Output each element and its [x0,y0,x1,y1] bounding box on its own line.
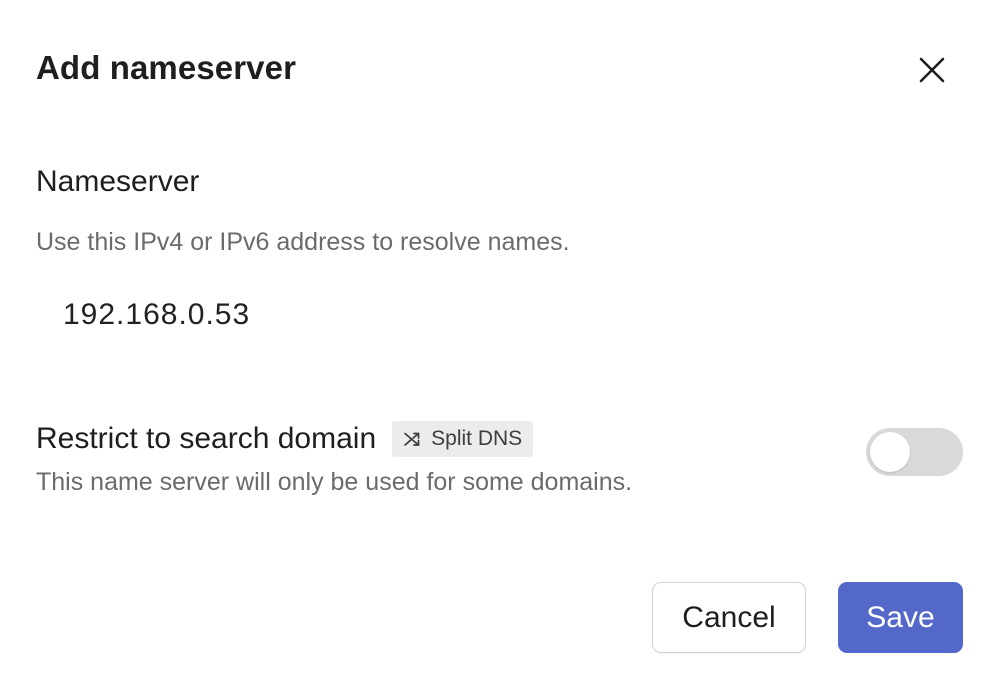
restrict-domain-toggle[interactable] [866,428,963,476]
toggle-knob [870,432,910,472]
close-icon [919,57,945,83]
restrict-domain-description: This name server will only be used for s… [36,468,633,496]
dialog-title: Add nameserver [36,49,297,86]
add-nameserver-dialog: Add nameserver Nameserver Use this IPv4 … [0,0,996,680]
nameserver-heading: Nameserver [36,165,200,198]
nameserver-description: Use this IPv4 or IPv6 address to resolve… [36,228,570,256]
split-dns-badge: Split DNS [392,421,534,457]
restrict-domain-heading: Restrict to search domain [36,422,377,455]
cancel-button[interactable]: Cancel [652,582,806,653]
nameserver-input[interactable] [36,286,656,344]
close-button[interactable] [910,48,954,92]
shuffle-icon [404,432,420,446]
split-dns-badge-label: Split DNS [431,427,523,450]
restrict-domain-row: Restrict to search domain Split DNS [36,420,534,458]
save-button[interactable]: Save [838,582,963,653]
